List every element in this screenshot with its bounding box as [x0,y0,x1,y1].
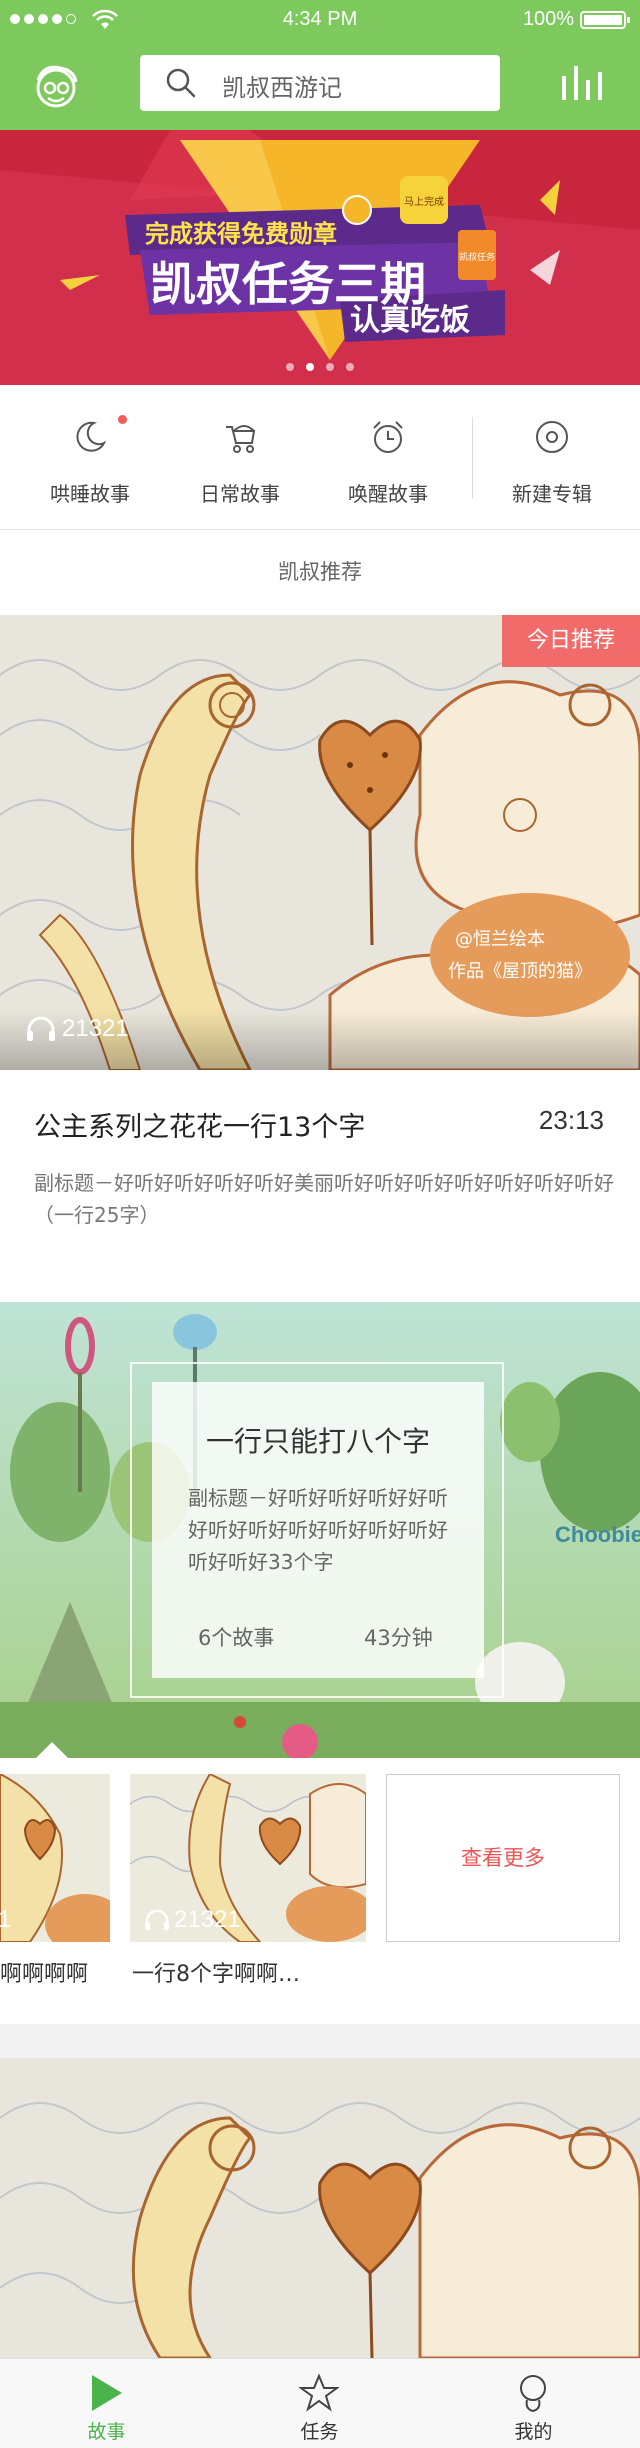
tab-tasks[interactable]: 任务 [213,2359,426,2448]
album-story-thumbnail[interactable]: 21321 [130,1774,366,1942]
album-story-count: 6个故事 [198,1626,275,1650]
svg-text:认真吃饭: 认真吃饭 [350,303,470,338]
today-recommend-badge: 今日推荐 [502,615,640,667]
svg-text:@恒兰绘本: @恒兰绘本 [455,929,545,950]
play-count-value: 21321 [174,1906,241,1933]
moon-icon [76,421,107,452]
album-title: 一行只能打八个字 [205,1425,430,1458]
bottom-tab-bar: 故事 任务 我的 [0,2358,640,2448]
story-title: 公主系列之花花一行13个字 [34,1112,366,1143]
alarm-clock-icon [373,421,403,453]
featured-story-card[interactable]: @恒兰绘本 作品《屋顶的猫》 今日推荐 21321 公主系列之花花一行13个字 … [0,615,640,1305]
play-count-value: 1 [0,1906,12,1933]
story-duration: 23:13 [538,1105,604,1135]
view-more-button[interactable]: 查看更多 [386,1774,620,1942]
status-bar: 4:34 PM 100% [0,0,640,40]
tab-label: 任务 [300,2421,339,2443]
kaishu-logo-icon[interactable] [30,60,82,112]
notification-dot [118,415,127,424]
album-story-title[interactable]: 一行8个字啊啊… [132,1956,300,1988]
pagination-dot[interactable] [286,363,294,371]
user-icon [520,2375,546,2413]
story-cover-image: @恒兰绘本 作品《屋顶的猫》 今日推荐 21321 [0,615,640,1070]
category-nav: 哄睡故事 日常故事 唤醒故事 新建专辑 [0,385,640,530]
headphones-icon [27,1016,55,1041]
category-wakeup[interactable]: 唤醒故事 [308,385,468,530]
battery-percent: 100% [522,8,574,30]
category-label: 哄睡故事 [50,482,130,506]
search-placeholder: 凯叔西游记 [222,74,342,102]
disc-icon [536,421,568,453]
play-count: 21321 [26,1015,129,1043]
play-icon [92,2375,122,2411]
pagination-dot[interactable] [306,363,314,371]
category-sleep[interactable]: 哄睡故事 [10,385,170,530]
story-subtitle: 副标题－好听好听好听好听好美丽听好听好听好听好听好听好听好（一行25字） [34,1171,614,1227]
play-count: 1 [0,1906,11,1934]
album-card: Choobie 一行只能打八个字 副标题－好听好听好听好好听好听好听好听好听好听… [0,1302,640,2024]
svg-text:作品《屋顶的猫》: 作品《屋顶的猫》 [448,961,592,982]
album-info[interactable]: 一行只能打八个字 副标题－好听好听好听好好听好听好听好听好听好听好听好听好听好3… [152,1382,484,1678]
banner-pagination[interactable] [0,363,640,371]
search-icon [166,68,196,98]
stroller-icon [226,425,256,453]
story-cover-image [0,2058,640,2358]
play-count-value: 21321 [62,1015,129,1042]
tab-label: 故事 [87,2421,126,2443]
tab-stories[interactable]: 故事 [0,2359,213,2448]
tab-label: 我的 [514,2421,553,2443]
selection-pointer [36,1742,68,1758]
banner-art: 完成获得免费勋章 凯叔任务三期 认真吃饭 马上完成 凯叔任务 [0,130,640,385]
promo-banner[interactable]: 完成获得免费勋章 凯叔任务三期 认真吃饭 马上完成 凯叔任务 [0,130,640,385]
ranking-chart-icon[interactable] [560,62,604,102]
album-story-title[interactable]: 啊啊啊啊 [0,1956,88,1988]
search-input[interactable]: 凯叔西游记 [140,55,500,111]
headphones-icon [145,1909,169,1931]
play-count: 21321 [144,1906,241,1934]
star-icon [299,2373,339,2412]
svg-text:Choobie: Choobie [555,1522,640,1547]
story-card-partial[interactable] [0,2058,640,2358]
album-subtitle: 副标题－好听好听好听好好听好听好听好听好听好听好听好听好听好33个字 [188,1486,448,1574]
section-title: 凯叔推荐 [0,530,640,615]
pagination-dot[interactable] [346,363,354,371]
album-duration: 43分钟 [364,1626,433,1650]
category-new-album[interactable]: 新建专辑 [472,385,632,530]
category-label: 新建专辑 [512,482,592,506]
svg-text:完成获得免费勋章: 完成获得免费勋章 [145,220,337,248]
svg-text:凯叔任务: 凯叔任务 [459,251,495,263]
category-daily[interactable]: 日常故事 [160,385,320,530]
app-header: 4:34 PM 100% 凯叔西游记 [0,0,640,130]
pagination-dot[interactable] [326,363,334,371]
svg-text:马上完成: 马上完成 [404,195,444,208]
category-label: 日常故事 [200,482,280,506]
album-story-thumbnail[interactable]: 1 [0,1774,110,1942]
tab-mine[interactable]: 我的 [427,2359,640,2448]
category-label: 唤醒故事 [348,482,428,506]
battery-icon [580,11,630,29]
